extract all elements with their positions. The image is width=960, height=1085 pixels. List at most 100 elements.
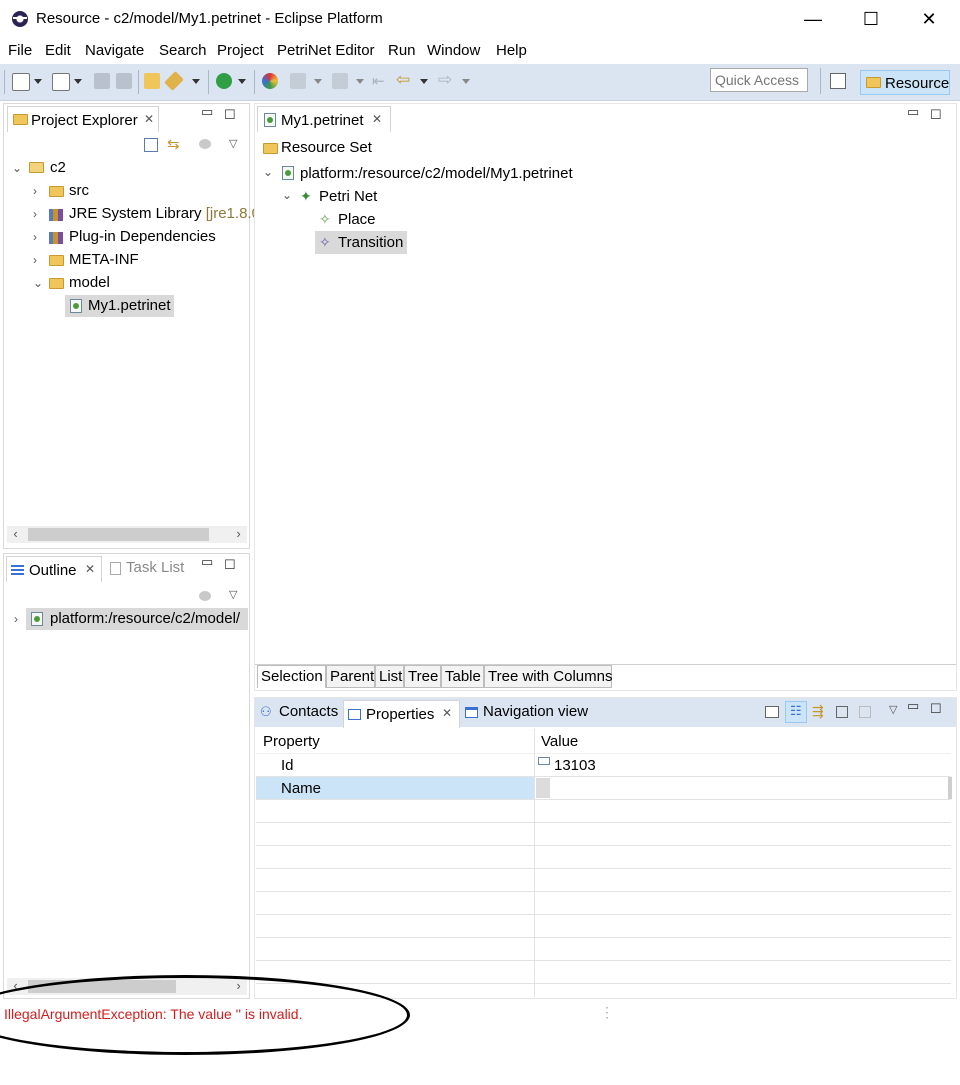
view-menu-icon[interactable]: ▽ — [229, 588, 237, 601]
new-dropdown-icon[interactable] — [34, 79, 42, 84]
minimize-button[interactable]: — — [784, 0, 842, 38]
menu-file[interactable]: File — [8, 42, 32, 59]
tab-parent[interactable]: Parent — [326, 665, 375, 688]
color-wheel-icon[interactable] — [262, 73, 278, 89]
next-annotation-icon[interactable] — [290, 73, 306, 89]
chevron-down-icon[interactable]: ⌄ — [12, 161, 22, 175]
menu-help[interactable]: Help — [496, 42, 527, 59]
close-button[interactable]: ✕ — [900, 0, 958, 38]
tab-my1-petrinet[interactable]: My1.petrinet ✕ — [257, 106, 391, 132]
resource-perspective-button[interactable]: Resource — [860, 70, 950, 95]
maximize-button[interactable]: ☐ — [842, 0, 900, 38]
menu-petrinet-editor[interactable]: PetriNet Editor — [277, 42, 375, 59]
chevron-right-icon[interactable]: › — [33, 184, 37, 198]
new-wizard-icon[interactable] — [52, 73, 70, 91]
menu-navigate[interactable]: Navigate — [85, 42, 144, 59]
menu-edit[interactable]: Edit — [45, 42, 71, 59]
chevron-right-icon[interactable]: › — [14, 612, 18, 626]
chevron-right-icon[interactable]: › — [33, 253, 37, 267]
back-icon[interactable]: ⇦ — [396, 70, 410, 90]
back-dropdown-icon[interactable] — [420, 79, 428, 84]
tree-item-transition[interactable]: Transition — [338, 234, 403, 251]
minimize-view-icon[interactable]: ▭ — [201, 104, 213, 120]
prev-annotation-dropdown-icon[interactable] — [356, 79, 364, 84]
scroll-right-icon[interactable]: › — [230, 526, 247, 541]
tab-list[interactable]: List — [375, 665, 404, 688]
tree-item-resource-set[interactable]: Resource Set — [281, 139, 372, 156]
close-tab-icon[interactable]: ✕ — [85, 562, 95, 576]
quick-access-input[interactable] — [710, 68, 808, 92]
tab-properties[interactable]: Properties ✕ — [343, 700, 460, 728]
tab-outline[interactable]: Outline ✕ — [6, 556, 102, 582]
run-dropdown-icon[interactable] — [238, 79, 246, 84]
tab-tree-with-columns[interactable]: Tree with Columns — [484, 665, 612, 688]
forward-dropdown-icon[interactable] — [462, 79, 470, 84]
menu-search[interactable]: Search — [159, 42, 207, 59]
property-value-name-input[interactable] — [550, 777, 948, 799]
pen-dropdown-icon[interactable] — [192, 79, 200, 84]
maximize-view-icon[interactable]: ☐ — [930, 701, 942, 717]
tree-item-meta-inf[interactable]: META-INF — [69, 251, 139, 268]
tree-item-model[interactable]: model — [69, 274, 110, 291]
chevron-right-icon[interactable]: › — [33, 230, 37, 244]
tab-contacts[interactable]: Contacts — [279, 703, 338, 720]
tree-item-petri-net[interactable]: Petri Net — [319, 188, 377, 205]
menu-run[interactable]: Run — [388, 42, 416, 59]
tab-tree[interactable]: Tree — [404, 665, 441, 688]
tree-item-jre-library[interactable]: JRE System Library [jre1.8.0 — [69, 205, 260, 222]
menu-window[interactable]: Window — [427, 42, 480, 59]
chevron-down-icon[interactable]: ⌄ — [282, 188, 292, 202]
close-tab-icon[interactable]: ✕ — [442, 706, 452, 720]
filter-icon[interactable] — [199, 591, 211, 601]
tree-item-resource[interactable]: platform:/resource/c2/model/My1.petrinet — [300, 165, 573, 182]
forward-icon[interactable]: ⇨ — [438, 70, 452, 90]
maximize-view-icon[interactable]: ☐ — [224, 557, 236, 573]
show-advanced-icon[interactable]: ⇶ — [812, 703, 824, 720]
property-value-id[interactable]: 13103 — [554, 757, 596, 774]
menu-project[interactable]: Project — [217, 42, 264, 59]
last-edit-icon[interactable]: ⇤ — [372, 72, 385, 90]
status-bar-grip[interactable]: ⋮ — [600, 1004, 614, 1021]
scrollbar-thumb[interactable] — [28, 528, 209, 541]
pin-view-icon[interactable] — [765, 706, 779, 718]
pen-icon[interactable] — [164, 71, 184, 91]
tree-item-c2[interactable]: c2 — [50, 159, 66, 176]
save-all-icon[interactable] — [116, 73, 132, 89]
chevron-right-icon[interactable]: › — [33, 207, 37, 221]
run-icon[interactable] — [216, 73, 232, 89]
new-wizard-dropdown-icon[interactable] — [74, 79, 82, 84]
minimize-editor-icon[interactable]: ▭ — [907, 104, 919, 120]
minimize-view-icon[interactable]: ▭ — [907, 698, 919, 714]
restore-default-icon[interactable] — [836, 706, 848, 718]
vertical-scrollbar-thumb[interactable] — [948, 777, 952, 799]
tab-task-list[interactable]: Task List — [126, 559, 184, 576]
close-tab-icon[interactable]: ✕ — [372, 112, 382, 126]
tab-selection[interactable]: Selection — [257, 665, 326, 688]
tree-item-place[interactable]: Place — [338, 211, 376, 228]
view-menu-icon[interactable]: ▽ — [229, 137, 237, 150]
outline-item-resource[interactable]: platform:/resource/c2/model/ — [50, 610, 240, 627]
collapse-all-icon[interactable] — [144, 138, 158, 152]
horizontal-scrollbar[interactable]: ‹ › — [7, 526, 247, 543]
open-folder-icon[interactable] — [144, 73, 160, 89]
tab-navigation-view[interactable]: Navigation view — [483, 703, 588, 720]
scroll-left-icon[interactable]: ‹ — [7, 526, 24, 541]
new-icon[interactable] — [12, 73, 30, 91]
maximize-editor-icon[interactable]: ☐ — [930, 107, 942, 123]
column-header-property[interactable]: Property — [263, 733, 320, 750]
open-perspective-icon[interactable] — [830, 73, 846, 89]
column-header-value[interactable]: Value — [541, 733, 578, 750]
view-menu-icon[interactable]: ▽ — [889, 703, 897, 716]
save-icon[interactable] — [94, 73, 110, 89]
tree-item-src[interactable]: src — [69, 182, 89, 199]
tab-project-explorer[interactable]: Project Explorer ✕ — [7, 106, 159, 132]
close-tab-icon[interactable]: ✕ — [144, 112, 154, 126]
maximize-view-icon[interactable]: ☐ — [224, 107, 236, 123]
chevron-down-icon[interactable]: ⌄ — [263, 165, 273, 179]
tab-table[interactable]: Table — [441, 665, 484, 688]
tree-item-my1-petrinet[interactable]: My1.petrinet — [88, 297, 171, 314]
chevron-down-icon[interactable]: ⌄ — [33, 276, 43, 290]
link-with-editor-icon[interactable]: ⇆ — [167, 135, 180, 153]
minimize-view-icon[interactable]: ▭ — [201, 554, 213, 570]
next-annotation-dropdown-icon[interactable] — [314, 79, 322, 84]
